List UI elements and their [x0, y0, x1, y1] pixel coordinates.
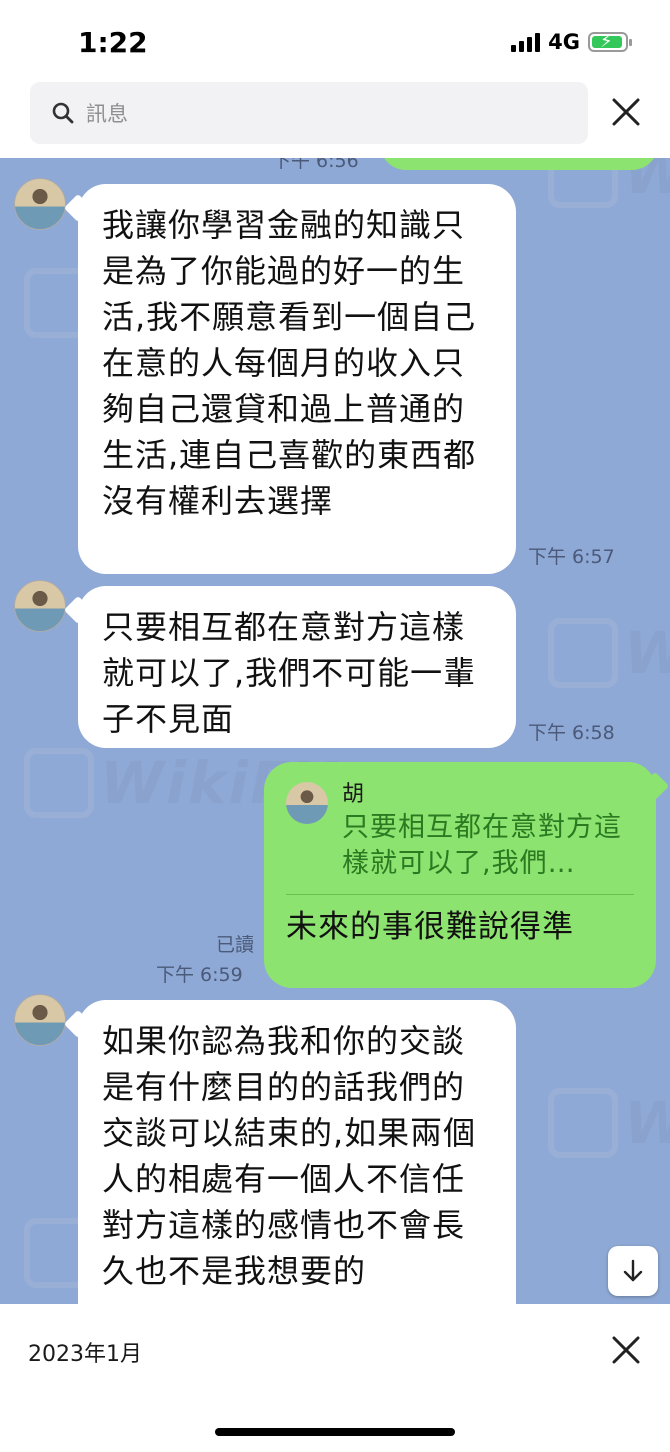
status-time: 1:22 — [78, 26, 148, 59]
message-time: 下午 6:57 — [528, 546, 615, 568]
date-label[interactable]: 2023年1月 — [28, 1336, 142, 1368]
home-indicator[interactable] — [215, 1428, 455, 1436]
signal-icon — [511, 32, 541, 52]
search-icon — [52, 102, 74, 124]
battery-charging-icon: ⚡ — [588, 32, 632, 52]
partial-message-bubble — [380, 158, 658, 170]
avatar[interactable] — [14, 178, 66, 230]
message-text: 如果你認為我和你的交談是有什麼目的的話我們的交談可以結束的,如果兩個人的相處有一… — [102, 1022, 477, 1290]
message-bubble[interactable]: 胡 只要相互都在意對方這樣就可以了,我們… 未來的事很難說得準 — [264, 762, 656, 988]
watermark: WikiFX — [548, 618, 670, 688]
message-bubble[interactable]: 如果你認為我和你的交談是有什麼目的的話我們的交談可以結束的,如果兩個人的相處有一… — [78, 1000, 516, 1304]
network-type: 4G — [548, 30, 580, 54]
avatar[interactable] — [14, 580, 66, 632]
message-time: 下午 6:58 — [528, 722, 615, 744]
message-text: 只要相互都在意對方這樣就可以了,我們不可能一輩子不見面 — [102, 608, 477, 738]
status-indicators: 4G ⚡ — [511, 30, 632, 54]
close-search-button[interactable] — [604, 90, 648, 134]
bottom-bar: 2023年1月 — [0, 1304, 670, 1452]
close-icon — [612, 98, 640, 126]
avatar — [286, 782, 328, 824]
reply-sender-name: 胡 — [342, 782, 366, 807]
arrow-down-icon — [623, 1259, 643, 1282]
close-icon — [612, 1336, 640, 1364]
scroll-to-bottom-button[interactable] — [608, 1246, 658, 1296]
chat-area[interactable]: WikiFX WikiFX WikiFX WikiFX WikiFX WikiF… — [0, 158, 670, 1304]
message-text: 我讓你學習金融的知識只是為了你能過的好一的生活,我不願意看到一個自己在意的人每個… — [102, 206, 477, 520]
message-bubble[interactable]: 只要相互都在意對方這樣就可以了,我們不可能一輩子不見面 — [78, 586, 516, 748]
search-placeholder: 訊息 — [86, 102, 128, 126]
message-bubble[interactable]: 我讓你學習金融的知識只是為了你能過的好一的生活,我不願意看到一個自己在意的人每個… — [78, 184, 516, 574]
close-date-button[interactable] — [604, 1328, 648, 1372]
search-row: 訊息 — [0, 82, 670, 158]
message-time: 下午 6:56 — [272, 158, 359, 172]
reply-quoted-text: 只要相互都在意對方這樣就可以了,我們… — [342, 812, 622, 879]
status-bar: 1:22 4G ⚡ — [0, 0, 670, 82]
search-input[interactable]: 訊息 — [30, 82, 588, 144]
message-text: 未來的事很難說得準 — [286, 909, 574, 945]
reply-quote[interactable]: 胡 只要相互都在意對方這樣就可以了,我們… — [286, 780, 634, 895]
avatar[interactable] — [14, 994, 66, 1046]
watermark: WikiFX — [548, 1088, 670, 1158]
read-status: 已讀 — [215, 934, 254, 956]
message-time: 下午 6:59 — [156, 964, 243, 986]
